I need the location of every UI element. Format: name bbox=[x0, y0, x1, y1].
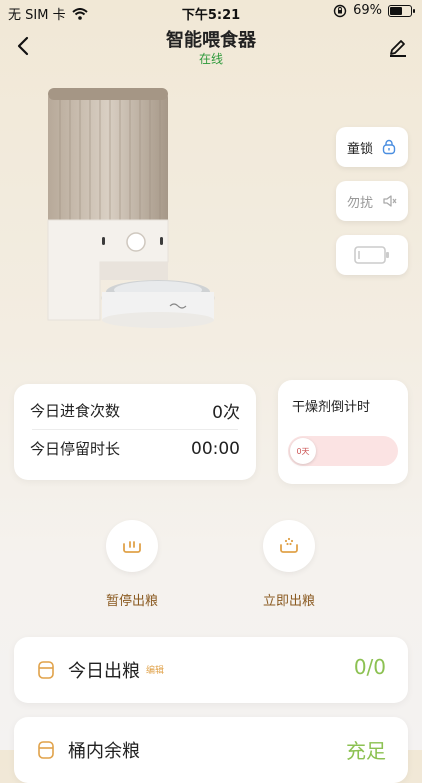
desiccant-title: 干燥剂倒计时 bbox=[292, 400, 371, 415]
online-status: 在线 bbox=[198, 52, 223, 66]
divider bbox=[32, 429, 238, 430]
page-title: 智能喂食器 bbox=[166, 30, 256, 51]
today-output-value: 0/0 bbox=[353, 655, 386, 679]
nav-bar: 智能喂食器 在线 bbox=[0, 24, 422, 68]
battery-percent: 69% bbox=[353, 3, 382, 18]
today-output-card[interactable]: 今日出粮 编辑 0/0 bbox=[14, 637, 408, 703]
food-bowl-icon bbox=[280, 537, 298, 553]
edit-icon[interactable] bbox=[386, 34, 410, 58]
orientation-lock-icon bbox=[333, 4, 347, 17]
bucket-icon bbox=[38, 741, 54, 759]
pause-dispense-button[interactable]: 暂停出粮 bbox=[92, 520, 172, 609]
battery-status-button[interactable] bbox=[336, 235, 408, 275]
pause-dispense-label: 暂停出粮 bbox=[105, 594, 158, 609]
stay-value: 00:00 bbox=[191, 438, 240, 459]
today-output-label: 今日出粮 bbox=[68, 661, 140, 682]
status-bar: 无 SIM 卡 下午5:21 69% bbox=[0, 0, 422, 24]
pause-bowl-icon bbox=[123, 541, 141, 553]
stay-label: 今日停留时长 bbox=[30, 440, 121, 458]
battery-icon bbox=[388, 4, 415, 17]
feeder-image bbox=[47, 88, 215, 328]
edit-link[interactable]: 编辑 bbox=[146, 663, 164, 676]
child-lock-label: 童锁 bbox=[346, 141, 373, 157]
lock-icon bbox=[382, 139, 396, 155]
child-lock-button[interactable]: 童锁 bbox=[336, 127, 408, 167]
desiccant-card[interactable]: 干燥剂倒计时 0天 bbox=[278, 380, 408, 484]
bucket-card[interactable]: 桶内余粮 充足 bbox=[14, 717, 408, 783]
meals-value: 0次 bbox=[212, 403, 240, 423]
food-container-icon bbox=[38, 661, 54, 679]
desiccant-value: 0天 bbox=[290, 438, 316, 464]
do-not-disturb-button[interactable]: 勿扰 bbox=[336, 181, 408, 221]
do-not-disturb-label: 勿扰 bbox=[346, 195, 373, 211]
meals-label: 今日进食次数 bbox=[30, 402, 121, 420]
mute-icon bbox=[383, 195, 397, 207]
desiccant-progress: 0天 bbox=[288, 436, 398, 466]
dispense-now-button[interactable]: 立即出粮 bbox=[249, 520, 329, 609]
device-battery-icon bbox=[354, 246, 389, 264]
dispense-now-label: 立即出粮 bbox=[262, 594, 315, 609]
stats-card: 今日进食次数 0次 今日停留时长 00:00 bbox=[14, 384, 256, 480]
bucket-label: 桶内余粮 bbox=[68, 741, 140, 762]
